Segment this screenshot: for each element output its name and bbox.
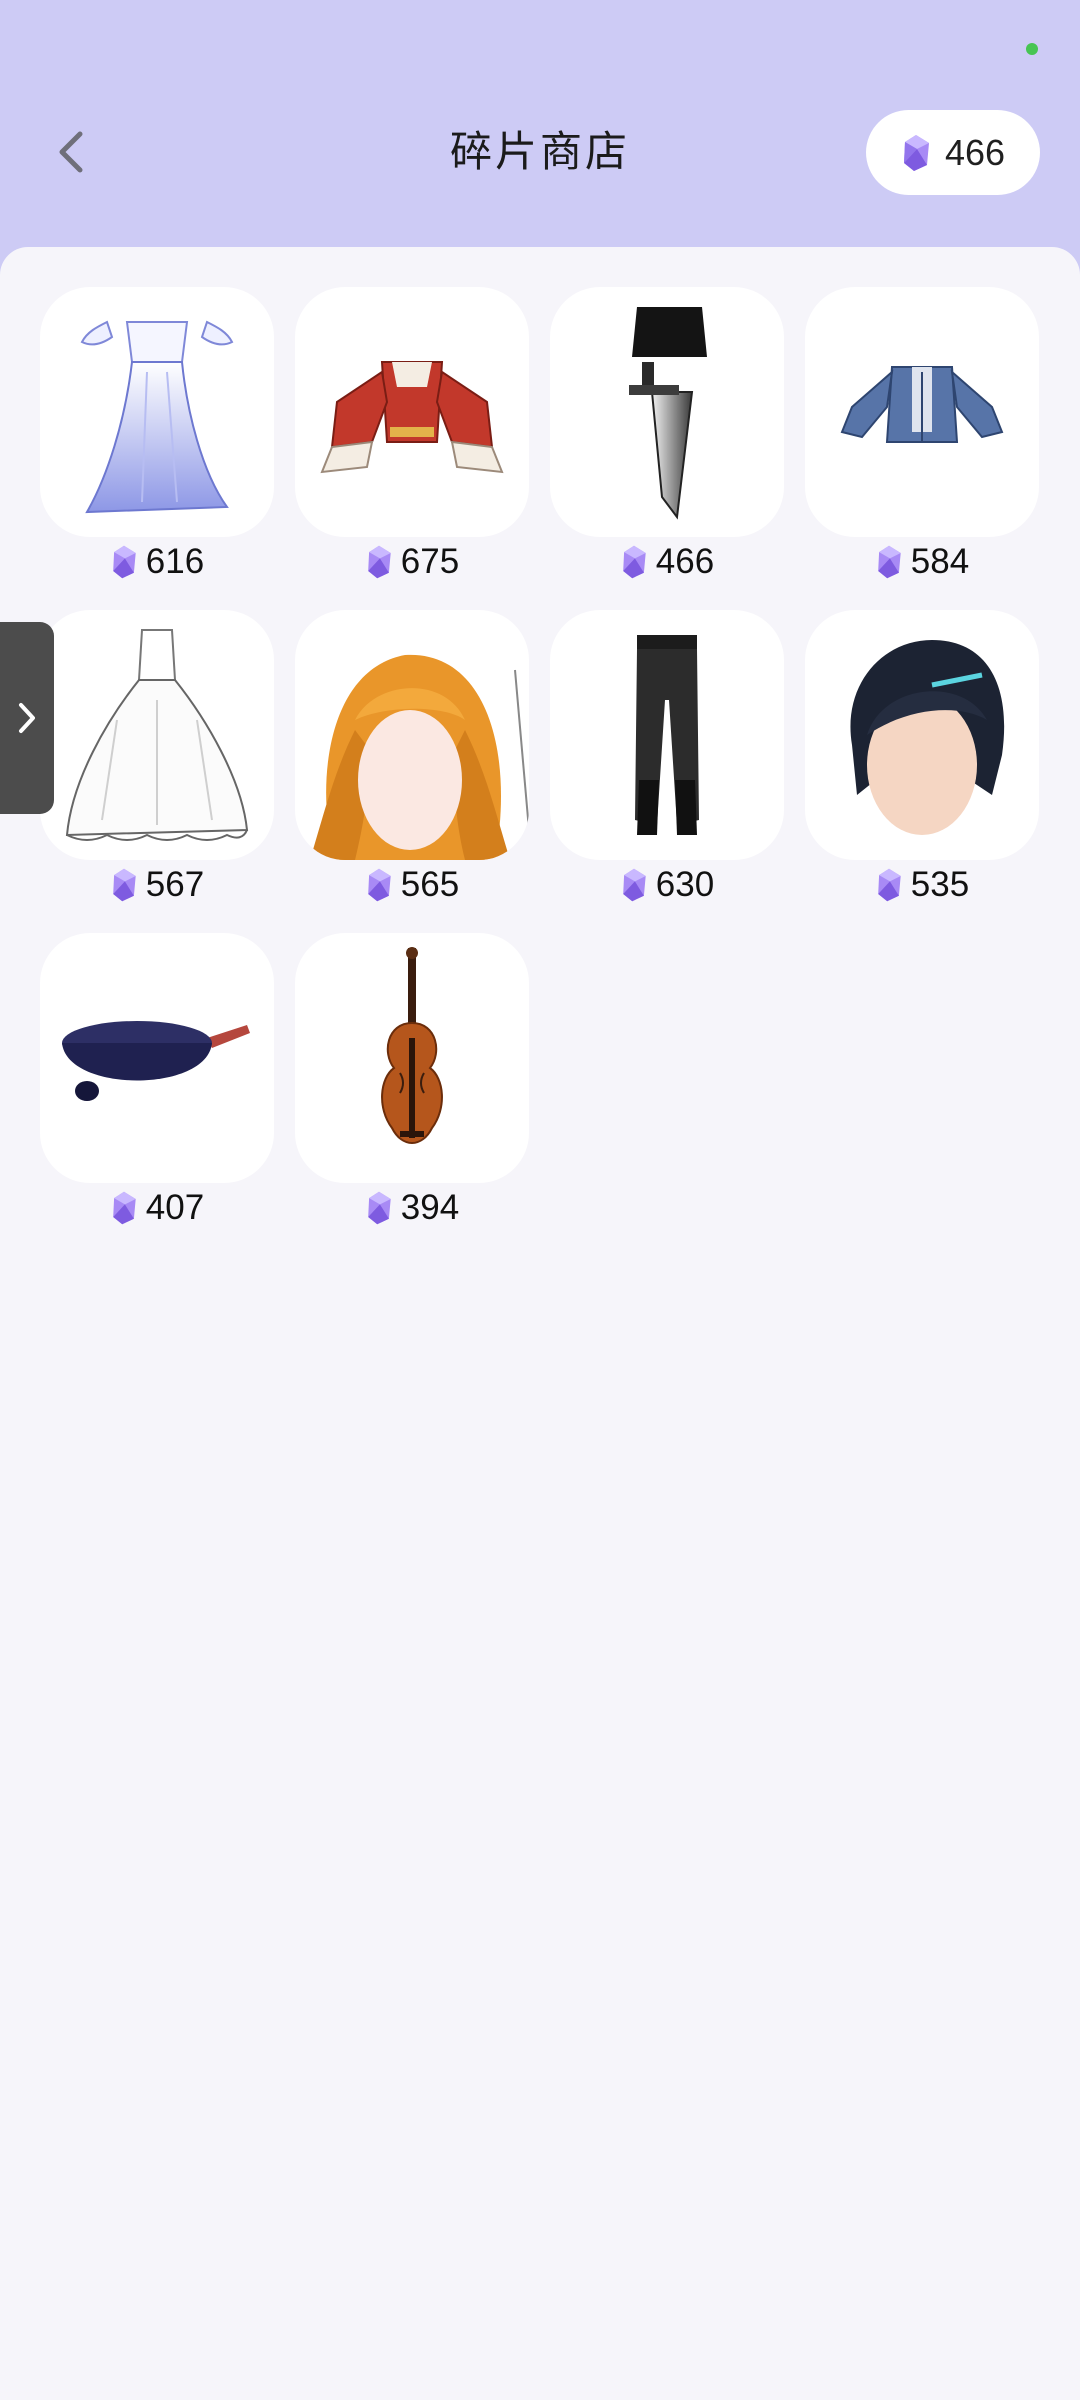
item-price: 616 <box>145 542 205 581</box>
item-price: 675 <box>400 542 460 581</box>
jacket-image <box>840 366 1004 443</box>
price-row: 565 <box>295 860 529 910</box>
shop-item-violin[interactable]: 394 <box>295 933 529 1233</box>
crystal-icon <box>903 134 929 171</box>
frying-pan-image <box>62 1021 250 1101</box>
gown-image <box>80 320 234 514</box>
item-card[interactable] <box>295 287 529 537</box>
crystal-icon <box>367 545 391 579</box>
price-row: 584 <box>805 537 1039 587</box>
price-row: 630 <box>550 860 784 910</box>
item-card[interactable] <box>40 933 274 1183</box>
price-row: 567 <box>40 860 274 910</box>
price-row: 616 <box>40 537 274 587</box>
item-price: 630 <box>655 865 715 904</box>
crystal-icon <box>877 868 901 902</box>
price-row: 675 <box>295 537 529 587</box>
price-row: 407 <box>40 1183 274 1233</box>
price-row: 466 <box>550 537 784 587</box>
crystal-icon <box>877 545 901 579</box>
shop-item-orange-long-hair[interactable]: 565 <box>295 610 529 910</box>
shop-item-dark-swept-hair[interactable]: 535 <box>805 610 1039 910</box>
crystal-icon <box>112 545 136 579</box>
item-card[interactable] <box>550 287 784 537</box>
item-card[interactable] <box>805 610 1039 860</box>
shop-item-white-wedding-dress[interactable]: 567 <box>40 610 274 910</box>
chevron-right-icon <box>19 703 35 733</box>
shop-item-black-skirt-with-blade[interactable]: 466 <box>550 287 784 587</box>
header: 碎片商店 466 <box>0 0 1080 247</box>
shop-content: 616 675 466 584 567 565 630 535 407 394 <box>0 247 1080 2400</box>
shop-item-white-blue-gown[interactable]: 616 <box>40 287 274 587</box>
crystal-icon <box>622 868 646 902</box>
trousers-image <box>635 635 699 835</box>
item-price: 407 <box>145 1188 205 1227</box>
price-row: 394 <box>295 1183 529 1233</box>
item-card[interactable] <box>550 610 784 860</box>
shop-item-denim-jacket[interactable]: 584 <box>805 287 1039 587</box>
crystal-icon <box>622 545 646 579</box>
item-price: 567 <box>145 865 205 904</box>
item-card[interactable] <box>40 610 274 860</box>
orange-hair-image <box>310 654 529 860</box>
item-price: 394 <box>400 1188 460 1227</box>
crystal-icon <box>112 1191 136 1225</box>
item-price: 565 <box>400 865 460 904</box>
item-price: 535 <box>910 865 970 904</box>
balance-amount: 466 <box>944 131 1006 173</box>
item-card[interactable] <box>805 287 1039 537</box>
crystal-icon <box>367 868 391 902</box>
dark-hair-image <box>850 640 1005 835</box>
shop-item-navy-frying-pan[interactable]: 407 <box>40 933 274 1233</box>
red-top-image <box>320 361 504 474</box>
balance-pill[interactable]: 466 <box>866 110 1040 195</box>
skirt-blade-image <box>629 307 707 520</box>
violin-image <box>381 947 443 1144</box>
item-card[interactable] <box>295 933 529 1183</box>
side-drawer-tab[interactable] <box>0 622 54 814</box>
item-price: 584 <box>910 542 970 581</box>
crystal-icon <box>112 868 136 902</box>
shop-item-red-white-top[interactable]: 675 <box>295 287 529 587</box>
wedding-dress-image <box>65 629 249 841</box>
price-row: 535 <box>805 860 1039 910</box>
crystal-icon <box>367 1191 391 1225</box>
item-card[interactable] <box>40 287 274 537</box>
shop-item-black-trousers[interactable]: 630 <box>550 610 784 910</box>
item-price: 466 <box>655 542 715 581</box>
item-card[interactable] <box>295 610 529 860</box>
